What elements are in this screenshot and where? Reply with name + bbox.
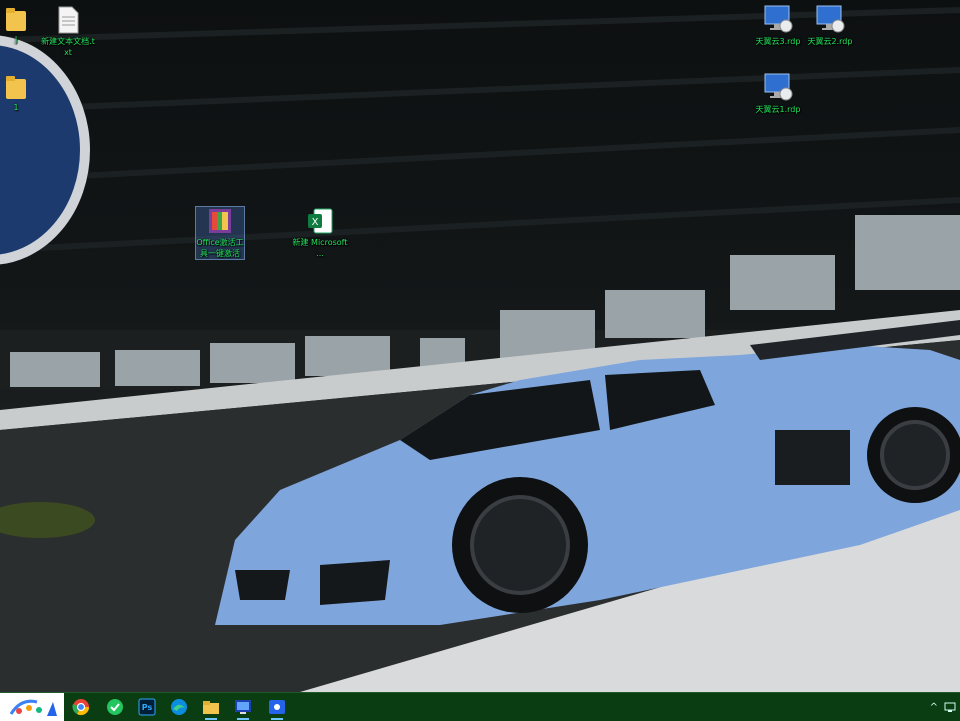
tray-chevron-icon[interactable]: ^ <box>930 702 938 713</box>
desktop-icon-office-activator[interactable]: Office激活工具一键激活 <box>195 206 245 260</box>
folder-icon <box>6 76 26 99</box>
desktop-icon-excel[interactable]: X 新建 Microsoft ... <box>292 207 348 259</box>
taskbar-photoshop[interactable]: Ps <box>132 693 162 721</box>
desktop-icon-label: 新建 Microsoft ... <box>292 238 348 258</box>
excel-icon: X <box>308 208 333 234</box>
desktop-icon-label: J <box>14 35 18 44</box>
desktop-wallpaper <box>0 0 960 692</box>
taskbar-edge[interactable] <box>164 693 194 721</box>
desktop-icon-rdp-3[interactable]: 天翼云3.rdp <box>750 4 806 47</box>
edge-icon <box>171 699 187 715</box>
desktop-icon-folder-j[interactable]: J <box>0 6 32 45</box>
taskbar-file-explorer[interactable] <box>196 693 226 721</box>
folder-icon <box>6 8 26 31</box>
screen-recorder-icon <box>269 700 285 714</box>
photoshop-label: Ps <box>141 702 153 712</box>
remote-desktop-icon <box>816 5 845 33</box>
taskbar: Ps ^ <box>0 692 960 721</box>
desktop-icon-label: 新建文本文档.txt <box>41 37 95 57</box>
taskbar-chrome[interactable] <box>66 693 96 721</box>
desktop-icon-folder-1[interactable]: 1 <box>0 74 32 113</box>
green-app-icon <box>107 699 123 715</box>
network-icon[interactable] <box>944 701 956 713</box>
desktop-icon-label: 天翼云2.rdp <box>807 37 853 46</box>
svg-text:X: X <box>312 217 319 228</box>
system-tray: ^ <box>930 693 960 721</box>
remote-desktop-icon <box>764 73 793 101</box>
desktop-icon-label: Office激活工具一键激活 <box>196 238 244 258</box>
desktop-icon-rdp-1[interactable]: 天翼云1.rdp <box>750 72 806 115</box>
desktop-icon-label: 天翼云1.rdp <box>755 105 801 114</box>
start-button[interactable] <box>0 693 64 721</box>
taskbar-green-app[interactable] <box>100 693 130 721</box>
desktop-icon-label: 天翼云3.rdp <box>755 37 801 46</box>
wallpaper-graphic <box>0 7 960 692</box>
remote-desktop-icon <box>764 5 793 33</box>
chrome-icon <box>72 699 90 716</box>
left-blue-arch <box>0 40 85 260</box>
text-file-icon <box>58 6 79 34</box>
desktop-icon-label: 1 <box>13 103 19 112</box>
start-logo-icon <box>9 699 57 716</box>
installer-box-icon <box>209 209 231 233</box>
taskbar-remote-desktop[interactable] <box>228 693 258 721</box>
taskbar-screen-recorder[interactable] <box>262 693 292 721</box>
desktop-icon-rdp-2[interactable]: 天翼云2.rdp <box>802 4 858 47</box>
desktop-icon-text-file[interactable]: 新建文本文档.txt <box>40 6 96 58</box>
remote-desktop-icon <box>235 700 251 714</box>
file-explorer-icon <box>203 701 219 714</box>
